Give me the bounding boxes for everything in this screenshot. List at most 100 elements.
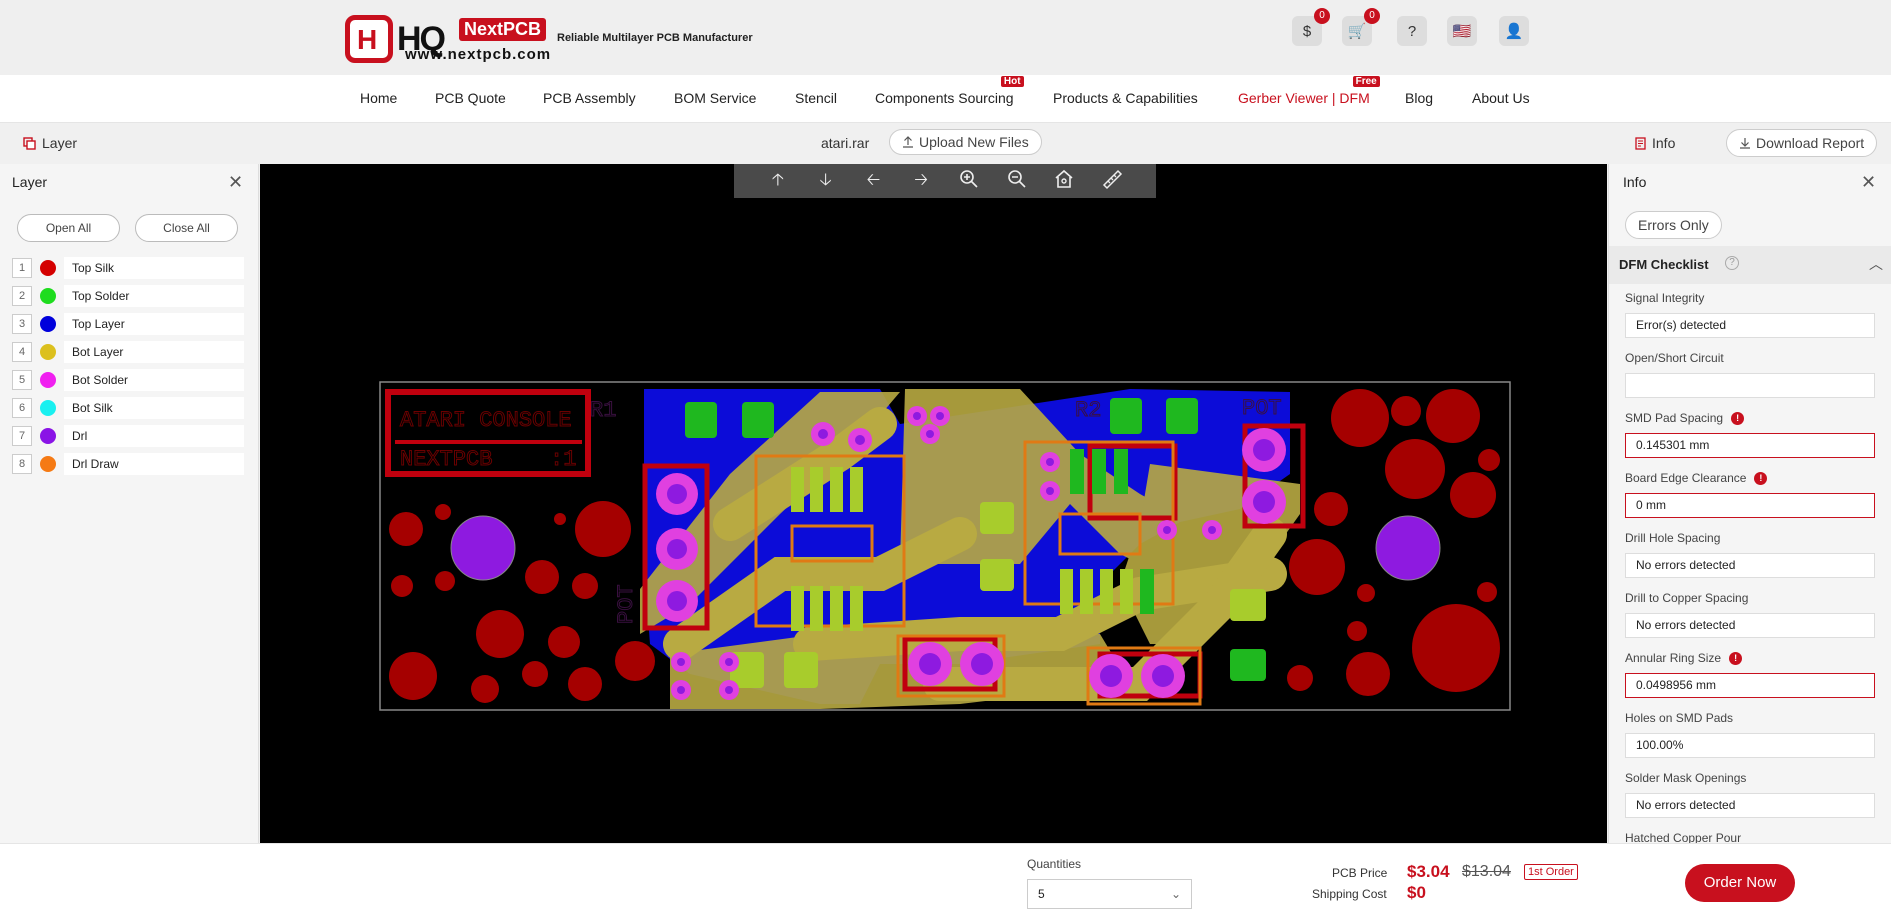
dfm-check-label: Drill to Copper Spacing (1625, 589, 1875, 607)
silk-r2: R2 (1075, 398, 1101, 423)
layer-row[interactable]: 8 Drl Draw (12, 453, 244, 475)
nav-blog[interactable]: Blog (1405, 90, 1433, 106)
dfm-check-value[interactable]: 0 mm (1625, 493, 1875, 518)
nav-products-capabilities[interactable]: Products & Capabilities (1053, 90, 1198, 106)
download-icon (1740, 138, 1750, 149)
quote-icon[interactable]: $0 (1292, 8, 1330, 46)
layer-panel: Layer ✕ Open All Close All 1 Top Silk 2 Top… (0, 164, 259, 843)
layer-color-swatch[interactable] (40, 456, 56, 472)
dfm-check-value[interactable]: 0.145301 mm (1625, 433, 1875, 458)
layer-name: Drl Draw (64, 453, 244, 475)
chevron-down-icon: ⌄ (1170, 887, 1181, 901)
layer-row[interactable]: 2 Top Solder (12, 285, 244, 307)
layer-row[interactable]: 5 Bot Solder (12, 369, 244, 391)
close-all-button[interactable]: Close All (135, 214, 238, 242)
dfm-check-label-text: Drill Hole Spacing (1625, 531, 1721, 545)
dfm-check-value[interactable]: No errors detected (1625, 613, 1875, 638)
silk-pot-left: POT (614, 584, 639, 624)
main-nav: Home PCB Quote PCB Assembly BOM Service … (0, 75, 1891, 123)
nav-gerber-viewer[interactable]: Gerber Viewer | DFM Free (1238, 76, 1380, 106)
layer-row[interactable]: 6 Bot Silk (12, 397, 244, 419)
nav-pcb-quote[interactable]: PCB Quote (435, 90, 506, 106)
layer-color-swatch[interactable] (40, 372, 56, 388)
layer-row[interactable]: 3 Top Layer (12, 313, 244, 335)
layer-color-swatch[interactable] (40, 344, 56, 360)
layer-color-swatch[interactable] (40, 288, 56, 304)
document-icon (1635, 136, 1646, 150)
pcb-board: ATARI CONSOLE NEXTPCB :1 R1 R2 POT POT (379, 381, 1511, 711)
help-icon[interactable]: ? (1397, 16, 1427, 46)
dfm-check-value[interactable]: No errors detected (1625, 793, 1875, 818)
info-panel-title: Info (1623, 174, 1647, 190)
dfm-check-label-text: Drill to Copper Spacing (1625, 591, 1749, 605)
dfm-checklist-header[interactable]: DFM Checklist ? ︿ (1609, 246, 1891, 284)
dfm-check-label-text: SMD Pad Spacing (1625, 411, 1724, 425)
dfm-check-label-text: Annular Ring Size (1625, 651, 1722, 665)
layer-color-swatch[interactable] (40, 316, 56, 332)
gerber-canvas[interactable]: 🡡 🡣 🡠 🡢 ATARI CONSOLE NEXTPCB:1 R1 R2 P… (260, 164, 1607, 843)
layer-color-swatch[interactable] (40, 428, 56, 444)
download-report-button[interactable]: Download Report (1726, 129, 1878, 157)
file-name: atari.rar (821, 135, 870, 151)
warning-icon: ! (1754, 471, 1768, 485)
top-header: H HQ NextPCB www.nextpcb.com Reliable Mu… (0, 0, 1891, 75)
info-toggle-button[interactable]: Info (1635, 135, 1675, 151)
dfm-check-label: SMD Pad Spacing! (1625, 409, 1875, 427)
quantity-select[interactable]: 5 ⌄ (1027, 879, 1192, 909)
layer-panel-title: Layer (12, 174, 48, 190)
us-flag-icon[interactable]: 🇺🇸 (1447, 16, 1477, 46)
dfm-check-label: Open/Short Circuit (1625, 349, 1875, 367)
dfm-check-item: Signal Integrity Error(s) detected (1625, 289, 1875, 338)
pcb-price-original: $13.04 (1462, 863, 1511, 880)
cart-icon-glyph: 🛒 (1347, 23, 1367, 40)
silk-r1: R1 (590, 398, 616, 423)
dfm-check-value[interactable]: Error(s) detected (1625, 313, 1875, 338)
dfm-check-label-text: Solder Mask Openings (1625, 771, 1747, 785)
dfm-check-item: Board Edge Clearance! 0 mm (1625, 469, 1875, 518)
order-now-button[interactable]: Order Now (1685, 864, 1795, 902)
dfm-check-label: Board Edge Clearance! (1625, 469, 1875, 487)
dfm-check-value[interactable] (1625, 373, 1875, 398)
dfm-check-label: Annular Ring Size! (1625, 649, 1875, 667)
nextpcb-logo[interactable]: H HQ NextPCB www.nextpcb.com Reliable Mu… (345, 14, 753, 64)
nav-pcb-assembly[interactable]: PCB Assembly (543, 90, 636, 106)
free-tag: Free (1352, 76, 1380, 87)
warning-icon: ! (1731, 411, 1745, 425)
user-icon[interactable]: 👤 (1499, 16, 1529, 46)
close-icon[interactable]: ✕ (1861, 172, 1876, 193)
dfm-check-value[interactable]: 0.0498956 mm (1625, 673, 1875, 698)
nav-components-sourcing[interactable]: Components Sourcing Hot (875, 76, 1024, 106)
layer-number: 6 (12, 398, 32, 418)
warning-icon: ! (1729, 651, 1743, 665)
help-icon-glyph: ? (1407, 22, 1417, 40)
layer-toggle-button[interactable]: Layer (23, 135, 77, 151)
logo-nextpcb: NextPCB (459, 18, 547, 41)
upload-new-files-button[interactable]: Upload New Files (889, 129, 1042, 155)
dfm-check-value[interactable]: 100.00% (1625, 733, 1875, 758)
layer-name: Bot Silk (64, 397, 244, 419)
nav-stencil[interactable]: Stencil (795, 90, 837, 106)
help-icon[interactable]: ? (1725, 256, 1739, 270)
layer-color-swatch[interactable] (40, 400, 56, 416)
hot-tag: Hot (1000, 76, 1024, 87)
layer-row[interactable]: 4 Bot Layer (12, 341, 244, 363)
first-order-badge: 1st Order (1524, 864, 1578, 880)
nav-about-us[interactable]: About Us (1472, 90, 1530, 106)
open-all-button[interactable]: Open All (17, 214, 120, 242)
layer-row[interactable]: 1 Top Silk (12, 257, 244, 279)
layer-color-swatch[interactable] (40, 260, 56, 276)
layer-row[interactable]: 7 Drl (12, 425, 244, 447)
dfm-check-item: SMD Pad Spacing! 0.145301 mm (1625, 409, 1875, 458)
dfm-check-value[interactable]: No errors detected (1625, 553, 1875, 578)
nav-home[interactable]: Home (360, 90, 397, 106)
cart-icon[interactable]: 🛒 0 (1342, 8, 1380, 46)
layer-name: Top Layer (64, 313, 244, 335)
layer-number: 2 (12, 286, 32, 306)
dfm-check-label: Solder Mask Openings (1625, 769, 1875, 787)
errors-only-button[interactable]: Errors Only (1625, 211, 1722, 239)
close-icon[interactable]: ✕ (228, 172, 243, 193)
nav-bom-service[interactable]: BOM Service (674, 90, 756, 106)
layers-icon (23, 136, 36, 150)
layer-toggle-label: Layer (42, 135, 78, 151)
silk-pot-right: POT (1242, 396, 1282, 421)
